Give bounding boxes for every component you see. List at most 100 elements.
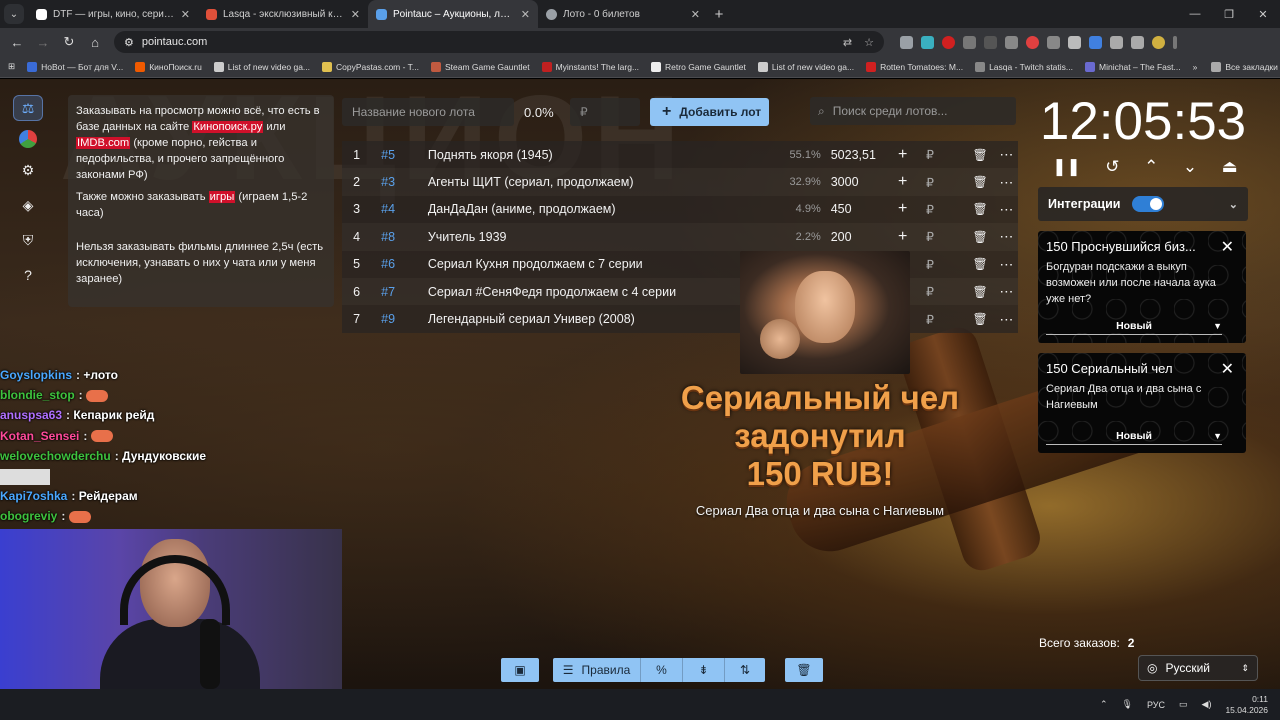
new-lot-name-input[interactable]: Название нового лота bbox=[342, 98, 514, 126]
apps-grid-icon[interactable]: ⊞ bbox=[8, 61, 15, 72]
bookmark-item[interactable]: Myinstants! The larg... bbox=[541, 61, 639, 72]
layers-icon[interactable]: ◈ bbox=[13, 192, 43, 218]
lot-search-input[interactable]: ⌕ Поиск среди лотов... bbox=[810, 97, 1016, 125]
lot-amount-input[interactable]: ₽ bbox=[914, 202, 945, 217]
kinopoisk-link[interactable]: Кинопоиск.ру bbox=[192, 121, 264, 133]
imdb-link[interactable]: IMDB.com bbox=[76, 137, 131, 149]
extension-icon[interactable] bbox=[963, 35, 976, 49]
chat-username[interactable]: Kapi7oshka bbox=[0, 489, 67, 503]
extension-icon[interactable] bbox=[1026, 35, 1039, 49]
add-amount-icon[interactable]: + bbox=[891, 173, 914, 191]
lot-amount-input[interactable]: ₽ bbox=[914, 284, 945, 299]
lot-title[interactable]: Учитель 1939 bbox=[428, 230, 749, 244]
add-amount-icon[interactable]: + bbox=[891, 200, 914, 218]
volume-icon[interactable]: ◀) bbox=[1202, 699, 1212, 710]
extensions-puzzle-icon[interactable] bbox=[1110, 35, 1123, 49]
percent-toggle-icon[interactable]: % bbox=[641, 658, 683, 682]
network-icon[interactable]: ▭ bbox=[1179, 699, 1188, 710]
keyboard-language[interactable]: РУС bbox=[1147, 700, 1165, 710]
reading-list-icon[interactable] bbox=[1131, 35, 1144, 49]
close-icon[interactable]: ✕ bbox=[1221, 237, 1234, 257]
delete-icon[interactable]: 🗑 bbox=[966, 257, 995, 271]
home-button[interactable]: ⌂ bbox=[84, 31, 106, 53]
menu-dots-icon[interactable] bbox=[1173, 35, 1177, 49]
close-icon[interactable]: ✕ bbox=[1221, 359, 1234, 379]
tab-dtf[interactable]: DTF — игры, кино, сериалы, р ✕ bbox=[28, 0, 198, 28]
bookmark-item[interactable]: List of new video ga... bbox=[213, 61, 310, 72]
extension-icon[interactable] bbox=[921, 35, 934, 49]
bookmarks-overflow-icon[interactable]: » bbox=[1193, 62, 1198, 72]
sort-icon[interactable]: ⇅ bbox=[725, 658, 765, 682]
extension-icon[interactable] bbox=[1047, 35, 1060, 49]
close-window-button[interactable]: ✕ bbox=[1246, 0, 1280, 28]
lot-amount-input[interactable]: ₽ bbox=[914, 257, 945, 272]
bookmark-item[interactable]: Rotten Tomatoes: M... bbox=[866, 61, 963, 72]
minimize-button[interactable]: — bbox=[1178, 0, 1212, 28]
more-options-icon[interactable]: ⋯ bbox=[995, 146, 1018, 163]
extension-icon[interactable] bbox=[1005, 35, 1018, 49]
tab-lasqa[interactable]: Lasqa - эксклюзивный контен ✕ bbox=[198, 0, 368, 28]
delete-icon[interactable]: 🗑 bbox=[966, 202, 995, 216]
extension-icon[interactable] bbox=[984, 35, 997, 49]
site-info-icon[interactable]: ⚙ bbox=[124, 36, 134, 49]
new-tab-button[interactable]: + bbox=[708, 6, 730, 23]
more-options-icon[interactable]: ⋯ bbox=[995, 256, 1018, 273]
new-lot-amount-input[interactable]: ₽ bbox=[570, 98, 640, 126]
eject-icon[interactable]: ⏏ bbox=[1222, 157, 1238, 177]
forward-button[interactable]: → bbox=[32, 31, 54, 53]
delete-icon[interactable]: 🗑 bbox=[966, 312, 995, 326]
wheel-icon[interactable] bbox=[19, 130, 37, 148]
chat-username[interactable]: anuspsa63 bbox=[0, 408, 62, 422]
lot-title[interactable]: Поднять якоря (1945) bbox=[428, 148, 749, 162]
lot-title[interactable]: Сериал Кухня продолжаем с 7 серии bbox=[428, 257, 749, 271]
delete-icon[interactable]: 🗑 bbox=[966, 175, 995, 189]
close-icon[interactable]: ✕ bbox=[351, 8, 360, 21]
reload-button[interactable]: ↻ bbox=[58, 31, 80, 53]
extension-icon[interactable] bbox=[942, 35, 955, 49]
add-lot-button[interactable]: + Добавить лот bbox=[650, 98, 769, 126]
all-bookmarks-folder[interactable]: Все закладки bbox=[1211, 61, 1278, 72]
chat-username[interactable]: Kotan_Sensei bbox=[0, 429, 79, 443]
lot-title[interactable]: Легендарный сериал Универ (2008) bbox=[428, 312, 749, 326]
tab-loto[interactable]: Лото - 0 билетов ✕ bbox=[538, 0, 708, 28]
rules-button[interactable]: ☰ Правила bbox=[553, 658, 641, 682]
close-icon[interactable]: ✕ bbox=[691, 8, 700, 21]
lot-amount-input[interactable]: ₽ bbox=[914, 229, 945, 244]
tab-pointauc[interactable]: Pointauc – Аукционы, лотереи ✕ bbox=[368, 0, 538, 28]
lot-title[interactable]: Агенты ЩИТ (сериал, продолжаем) bbox=[428, 175, 749, 189]
lot-amount-input[interactable]: ₽ bbox=[914, 312, 945, 327]
close-icon[interactable]: ✕ bbox=[521, 8, 530, 21]
lot-amount-input[interactable]: ₽ bbox=[914, 175, 945, 190]
chevron-down-icon[interactable]: ⌄ bbox=[1229, 198, 1238, 211]
more-options-icon[interactable]: ⋯ bbox=[995, 311, 1018, 328]
shield-icon[interactable]: ⛨ bbox=[13, 227, 43, 253]
bookmark-item[interactable]: List of new video ga... bbox=[757, 61, 854, 72]
url-input[interactable]: ⚙ pointauc.com ⇄ ☆ bbox=[114, 31, 884, 53]
delete-icon[interactable]: 🗑 bbox=[966, 285, 995, 299]
reset-icon[interactable]: ↺ bbox=[1105, 157, 1119, 177]
microphone-icon[interactable]: 🎙 bbox=[1122, 699, 1133, 710]
lot-title[interactable]: Сериал #СеняФедя продолжаем с 4 серии bbox=[428, 285, 749, 299]
profile-avatar[interactable] bbox=[1152, 35, 1165, 49]
settings-gear-icon[interactable]: ⚙ bbox=[13, 157, 43, 183]
add-amount-icon[interactable]: + bbox=[891, 146, 914, 164]
bookmark-item[interactable]: Minichat – The Fast... bbox=[1085, 61, 1181, 72]
bookmark-item[interactable]: Lasqa - Twitch statis... bbox=[975, 61, 1073, 72]
integrations-toggle[interactable] bbox=[1132, 196, 1165, 212]
chat-username[interactable]: obogreviy bbox=[0, 509, 57, 523]
add-amount-icon[interactable]: + bbox=[891, 228, 914, 246]
extension-icon[interactable] bbox=[1089, 35, 1102, 49]
delete-icon[interactable]: 🗑 bbox=[966, 148, 995, 162]
bookmark-item[interactable]: Steam Game Gauntlet bbox=[431, 61, 530, 72]
lot-amount-input[interactable]: ₽ bbox=[914, 147, 945, 162]
clear-trash-icon[interactable]: 🗑 bbox=[785, 658, 823, 682]
collapse-icon[interactable]: ⇟ bbox=[683, 658, 725, 682]
bookmark-item[interactable]: Retro Game Gauntlet bbox=[651, 61, 746, 72]
delete-icon[interactable]: 🗑 bbox=[966, 230, 995, 244]
chat-username[interactable]: welovechowderchu bbox=[0, 449, 111, 463]
chat-username[interactable]: Goyslopkins bbox=[0, 368, 72, 382]
language-select[interactable]: ◎ Русский ⇕ bbox=[1138, 655, 1258, 681]
back-button[interactable]: ← bbox=[6, 31, 28, 53]
lot-title[interactable]: ДанДаДан (аниме, продолжаем) bbox=[428, 202, 749, 216]
restore-button[interactable]: ❐ bbox=[1212, 0, 1246, 28]
